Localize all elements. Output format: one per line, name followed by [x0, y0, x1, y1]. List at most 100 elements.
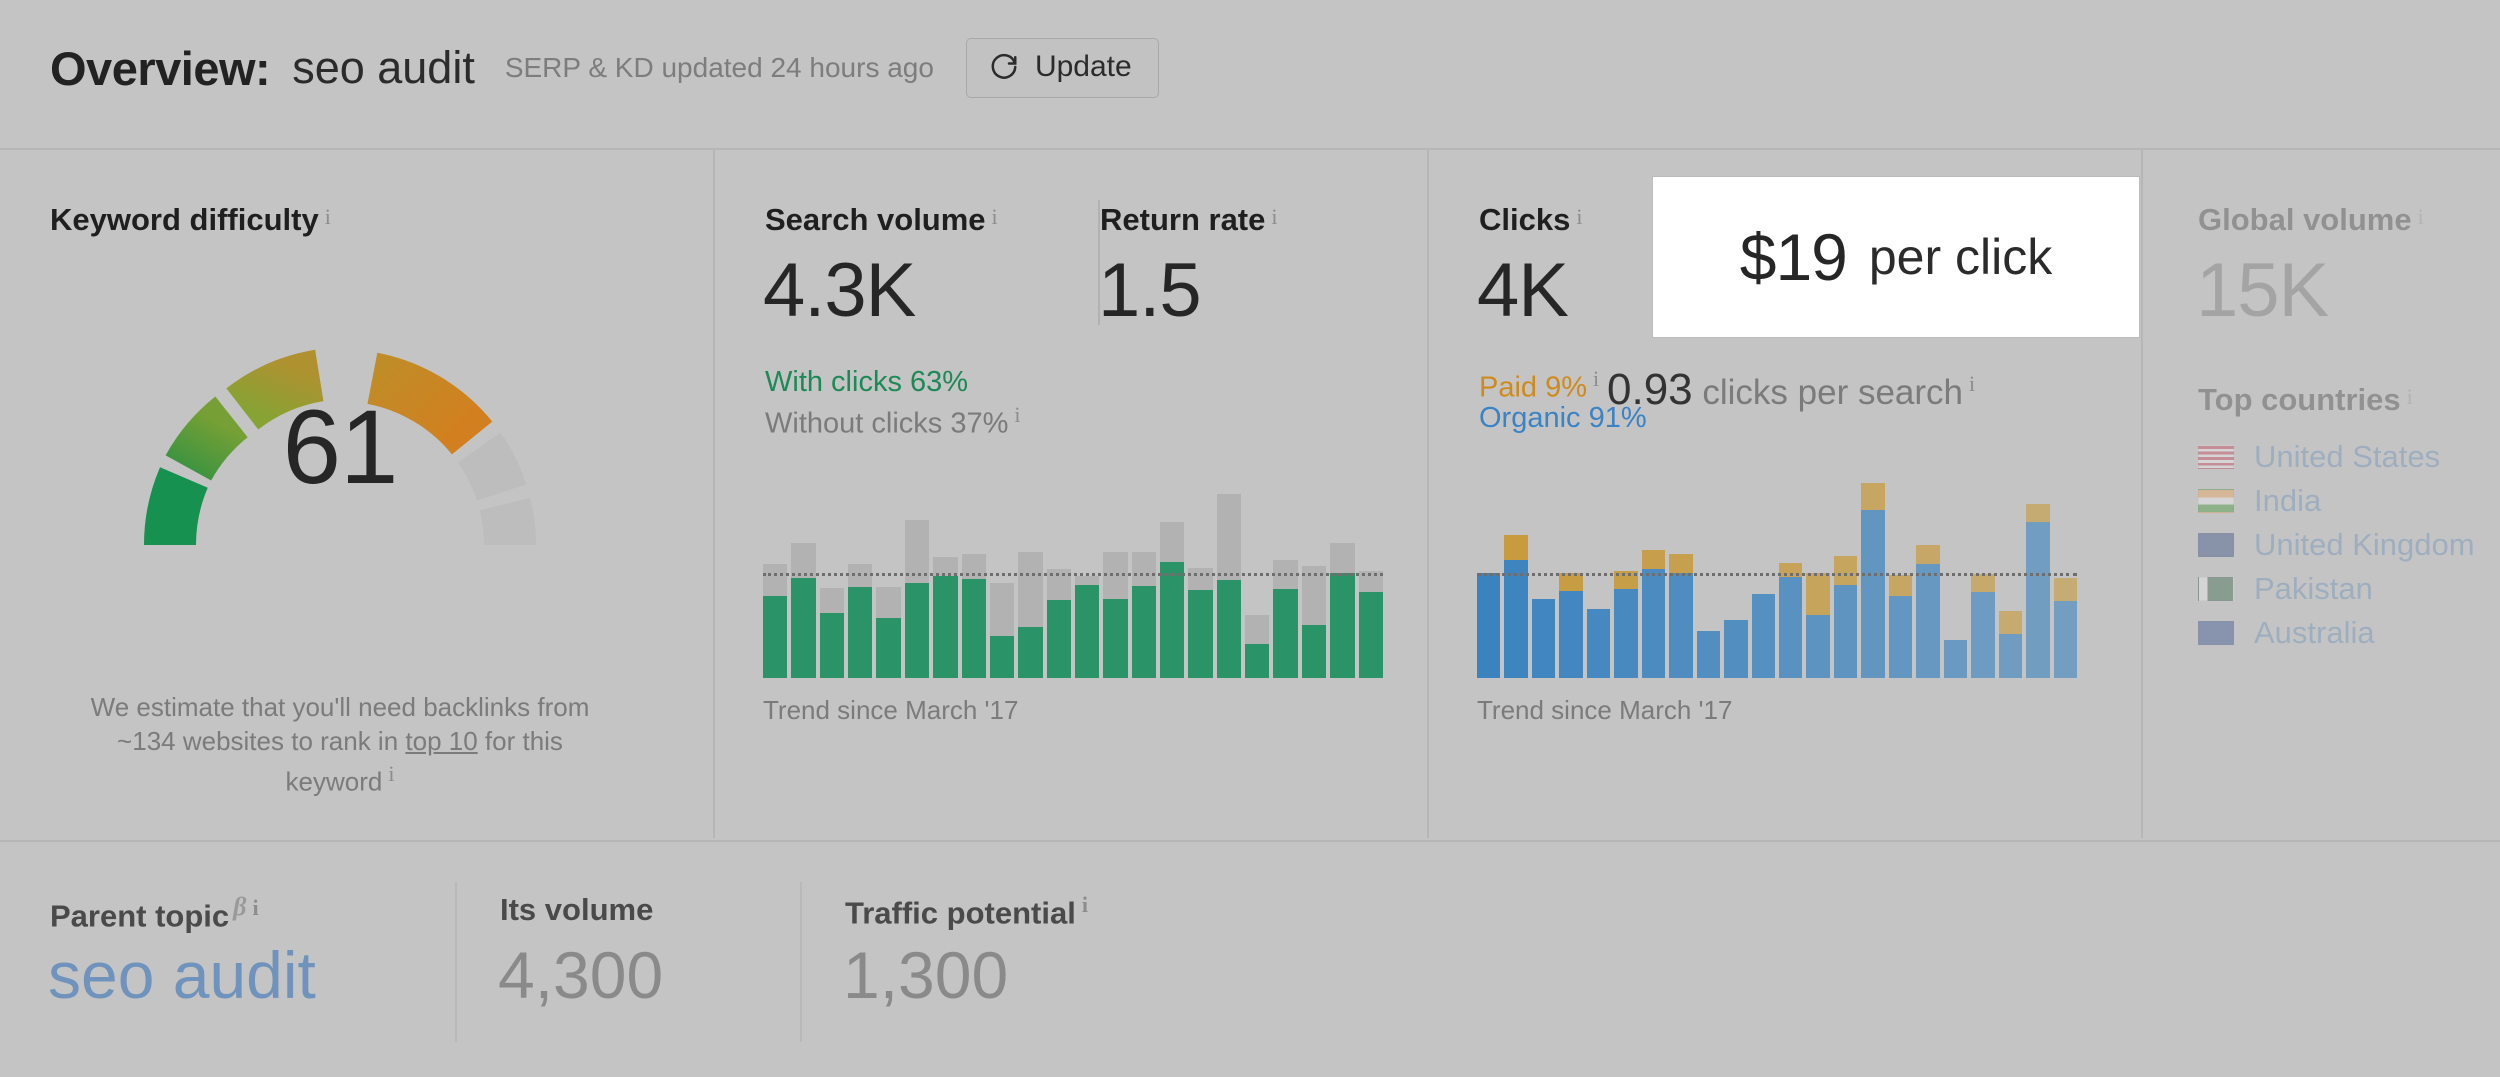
list-item[interactable]: United States [2198, 439, 2475, 474]
bar[interactable] [1074, 575, 1100, 678]
flag-in-icon [2198, 489, 2234, 513]
bar[interactable] [1216, 493, 1242, 678]
update-button-label: Update [1034, 50, 1132, 83]
traffic-potential-value: 1,300 [843, 938, 1009, 1012]
bar[interactable] [763, 564, 788, 678]
info-icon[interactable]: i [1271, 204, 1277, 229]
bar[interactable] [1971, 573, 1995, 678]
bar[interactable] [1330, 543, 1355, 678]
bar-segment-primary [1504, 560, 1528, 678]
info-icon[interactable]: i [1576, 204, 1582, 229]
its-volume-value: 4,300 [498, 938, 664, 1012]
bar[interactable] [904, 520, 930, 678]
clicks-label: Clicks [1479, 202, 1571, 237]
bar[interactable] [848, 564, 873, 678]
bar[interactable] [791, 543, 816, 678]
bar[interactable] [1916, 545, 1940, 678]
bar-segment-secondary [1018, 551, 1043, 628]
list-item[interactable]: Australia [2198, 615, 2475, 650]
bar[interactable] [1018, 551, 1043, 678]
bar-segment-primary [1669, 572, 1693, 678]
search-volume-trend-chart[interactable] [763, 478, 1383, 678]
bar-group [763, 478, 1383, 678]
bar[interactable] [1586, 608, 1611, 678]
page-title: Overview: [50, 41, 271, 95]
parent-topic-col: Parent topic β i seo audit [0, 842, 455, 1077]
bar[interactable] [1103, 551, 1128, 678]
country-name: Australia [2254, 615, 2375, 650]
bar[interactable] [1531, 599, 1556, 678]
list-item[interactable]: India [2198, 483, 2475, 518]
search-volume-title-row: Search volume i [765, 202, 998, 238]
info-icon[interactable]: i [1082, 892, 1088, 917]
bar-segment-secondary [819, 587, 845, 613]
bar[interactable] [1888, 574, 1913, 678]
reference-line [1477, 572, 2077, 576]
cpc-price: $19 [1739, 220, 1848, 294]
bar-segment-secondary [1641, 549, 1666, 569]
country-name: Pakistan [2254, 571, 2373, 606]
bar[interactable] [1724, 620, 1748, 678]
bar[interactable] [1188, 567, 1213, 678]
bar-segment-primary [1806, 614, 1830, 678]
bar[interactable] [1273, 560, 1298, 678]
bar[interactable] [1998, 610, 2023, 678]
bar[interactable] [1641, 549, 1666, 678]
reference-line [763, 572, 1383, 576]
info-icon[interactable]: i [992, 204, 998, 229]
bar[interactable] [819, 587, 845, 678]
its-volume-label: Its volume [500, 892, 654, 927]
info-icon[interactable]: i [325, 204, 331, 229]
bar-segment-primary [933, 575, 958, 678]
bar[interactable] [2053, 578, 2077, 678]
info-icon[interactable]: i [2407, 384, 2413, 409]
parent-topic-value[interactable]: seo audit [48, 937, 316, 1013]
global-volume-title-row: Global volume i [2198, 202, 2424, 238]
clicks-trend-chart[interactable] [1477, 478, 2077, 678]
without-clicks-stat-row: Without clicks 37% i [765, 402, 1020, 441]
bar[interactable] [2026, 504, 2050, 678]
search-volume-trend-label: Trend since March '17 [763, 695, 1019, 725]
bar[interactable] [1245, 614, 1270, 678]
bar[interactable] [1301, 566, 1327, 678]
list-item[interactable]: Pakistan [2198, 571, 2475, 606]
bar[interactable] [1504, 534, 1528, 678]
bar[interactable] [1806, 572, 1830, 678]
list-item[interactable]: United Kingdom [2198, 527, 2475, 562]
cpc-unit: per click [1868, 229, 2053, 285]
bar-segment-secondary [1971, 573, 1995, 592]
bar[interactable] [1943, 640, 1968, 678]
bar[interactable] [989, 583, 1015, 678]
bar[interactable] [1696, 630, 1721, 678]
bar-segment-secondary [1833, 555, 1858, 586]
info-icon[interactable]: i [2418, 204, 2424, 229]
bar-segment-primary [763, 595, 788, 678]
info-icon[interactable]: i [388, 761, 394, 786]
bar[interactable] [1046, 568, 1071, 678]
clicks-title-row: Clicks i [1479, 202, 1582, 238]
clicks-per-search-row: 0.93 clicks per search i [1607, 365, 1975, 415]
search-volume-card: Search volume i 4.3K Return rate i 1.5 Wit… [715, 150, 1427, 838]
keyword-difficulty-title-row: Keyword difficulty i [50, 202, 331, 238]
top10-link[interactable]: top 10 [405, 726, 477, 756]
info-icon[interactable]: i [252, 895, 258, 920]
bar[interactable] [1778, 563, 1803, 678]
flag-pk-icon [2198, 577, 2234, 601]
bar-segment-primary [961, 579, 986, 678]
update-button[interactable]: Update [965, 38, 1159, 98]
bar[interactable] [1751, 593, 1775, 678]
info-icon[interactable]: i [1593, 366, 1599, 391]
info-icon[interactable]: i [1014, 402, 1020, 427]
bar[interactable] [876, 587, 901, 678]
info-icon[interactable]: i [1969, 371, 1975, 396]
bar-segment-primary [1531, 599, 1556, 678]
bar[interactable] [1861, 483, 1885, 678]
bar-segment-primary [1018, 627, 1043, 678]
bar[interactable] [1477, 572, 1501, 678]
bar[interactable] [1614, 570, 1638, 678]
bar[interactable] [1160, 522, 1185, 678]
bar[interactable] [1358, 570, 1383, 678]
bar-segment-primary [1833, 585, 1858, 678]
bar[interactable] [1559, 572, 1583, 678]
bar[interactable] [1131, 551, 1157, 678]
